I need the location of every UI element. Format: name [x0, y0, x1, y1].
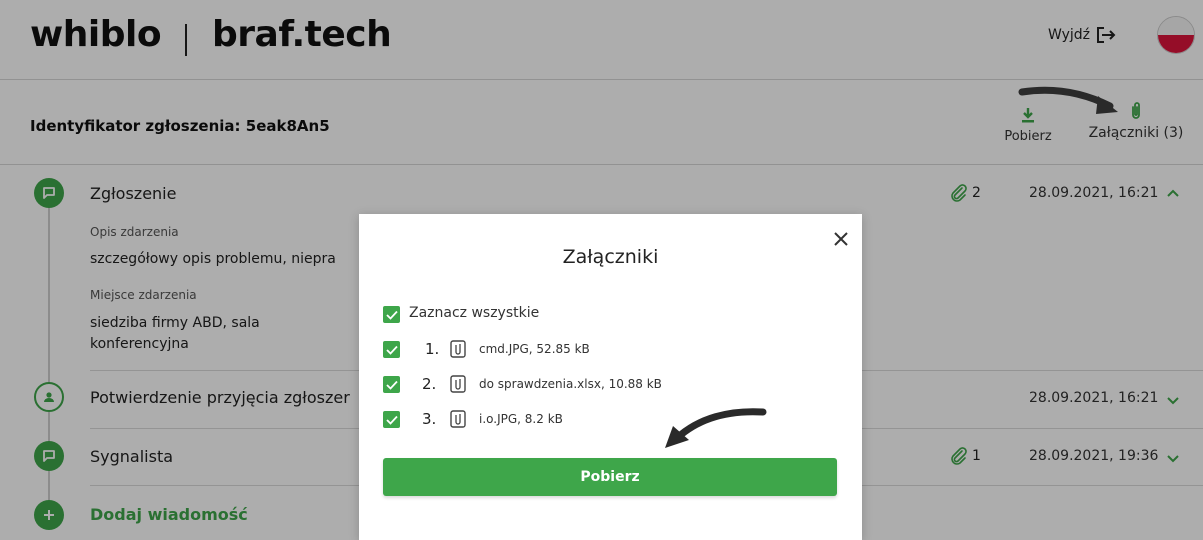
annotation-arrow-icon	[1018, 86, 1118, 114]
annotation-arrow-icon	[665, 408, 767, 448]
modal-title: Załączniki	[562, 246, 659, 268]
file-number: 1.	[425, 340, 440, 358]
attachment-file-icon	[450, 375, 466, 393]
select-all-checkbox[interactable]	[383, 306, 400, 323]
download-selected-button[interactable]: Pobierz	[383, 458, 837, 496]
attachment-file-icon	[450, 410, 466, 428]
file-name: i.o.JPG, 8.2 kB	[479, 412, 563, 426]
file-checkbox[interactable]	[383, 341, 400, 358]
page: whiblo braf.tech Wyjdź Identyfikator zgł…	[0, 0, 1203, 540]
file-checkbox[interactable]	[383, 411, 400, 428]
select-all-label[interactable]: Zaznacz wszystkie	[409, 305, 539, 321]
attachments-modal: Załączniki Zaznacz wszystkie 1. cmd.JPG,…	[359, 214, 862, 540]
file-name: do sprawdzenia.xlsx, 10.88 kB	[479, 377, 662, 391]
file-number: 3.	[422, 410, 437, 428]
close-icon[interactable]	[832, 230, 850, 248]
attachment-file-icon	[450, 340, 466, 358]
file-number: 2.	[422, 375, 437, 393]
file-name: cmd.JPG, 52.85 kB	[479, 342, 590, 356]
file-checkbox[interactable]	[383, 376, 400, 393]
